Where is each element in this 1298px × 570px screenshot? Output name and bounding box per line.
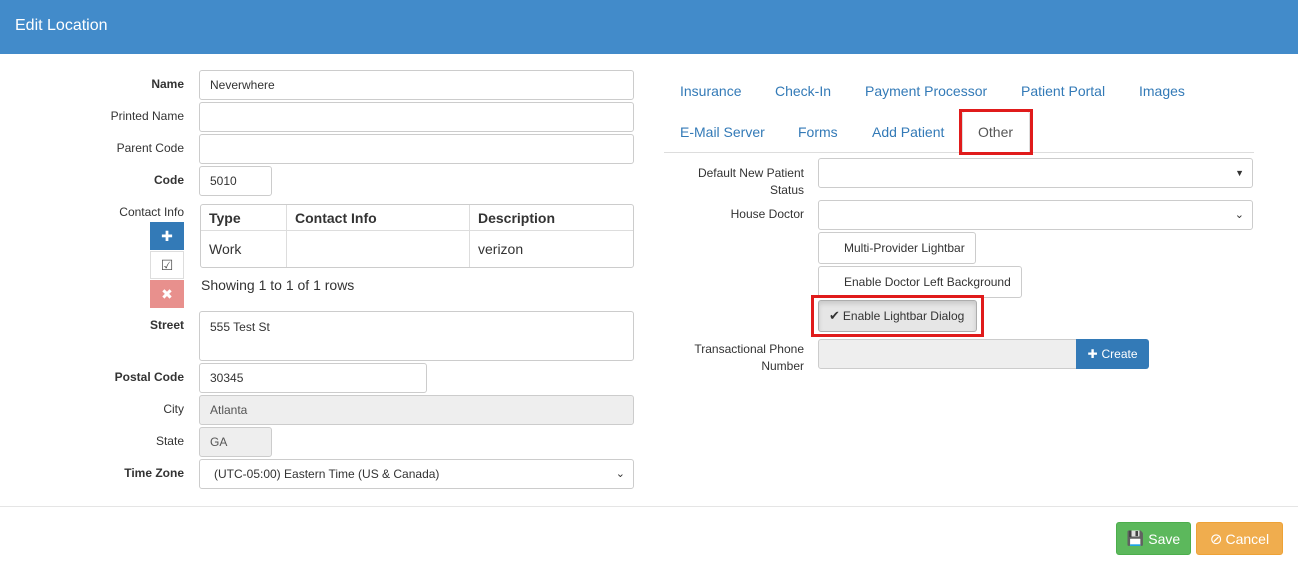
- name-input[interactable]: Neverwhere: [199, 70, 634, 100]
- table-row[interactable]: Work verizon: [201, 231, 633, 267]
- state-label: State: [155, 434, 184, 448]
- tab-images[interactable]: Images: [1139, 83, 1185, 99]
- table-cell-contact-info: [287, 231, 470, 267]
- tab-forms[interactable]: Forms: [798, 124, 838, 140]
- column-header-type[interactable]: Type: [201, 205, 287, 230]
- transactional-phone-input[interactable]: [818, 339, 1077, 369]
- plus-icon: ✚: [1087, 347, 1098, 361]
- table-footer-text: Showing 1 to 1 of 1 rows: [201, 277, 355, 293]
- name-label: Name: [151, 77, 184, 91]
- street-label: Street: [149, 318, 184, 332]
- tab-insurance[interactable]: Insurance: [680, 83, 741, 99]
- tab-other-highlight: [959, 109, 1033, 155]
- doctor-left-background-toggle[interactable]: Enable Doctor Left Background: [818, 266, 1022, 298]
- printed-name-input[interactable]: [199, 102, 634, 132]
- tab-email-server[interactable]: E-Mail Server: [680, 124, 765, 140]
- close-icon: ✖: [161, 285, 173, 302]
- create-phone-button[interactable]: ✚ Create: [1076, 339, 1149, 369]
- tab-add-patient[interactable]: Add Patient: [872, 124, 944, 140]
- house-doctor-label: House Doctor: [730, 207, 804, 221]
- house-doctor-select[interactable]: ⌄: [818, 200, 1253, 230]
- chevron-down-icon: ⌄: [1234, 209, 1244, 221]
- time-zone-label: Time Zone: [124, 466, 184, 480]
- city-input: Atlanta: [199, 395, 634, 425]
- default-status-label-line2: Status: [769, 183, 804, 197]
- time-zone-value: (UTC-05:00) Eastern Time (US & Canada): [214, 467, 440, 481]
- postal-code-input[interactable]: 30345: [199, 363, 427, 393]
- transactional-phone-label-line2: Number: [761, 359, 804, 373]
- transactional-phone-label-line1: Transactional Phone: [694, 342, 804, 356]
- cancel-label: Cancel: [1225, 530, 1270, 547]
- plus-icon: ✚: [161, 227, 173, 244]
- save-label: Save: [1148, 530, 1181, 547]
- contact-info-label: Contact Info: [119, 205, 184, 219]
- default-status-select[interactable]: ▼: [818, 158, 1253, 188]
- table-cell-type: Work: [201, 231, 287, 267]
- caret-down-icon: ▼: [1235, 168, 1244, 178]
- lightbar-dialog-highlight: [811, 295, 984, 337]
- parent-code-label: Parent Code: [116, 141, 184, 155]
- column-header-contact-info[interactable]: Contact Info: [287, 205, 470, 230]
- tab-check-in[interactable]: Check-In: [775, 83, 831, 99]
- street-textarea[interactable]: 555 Test St: [199, 311, 634, 361]
- tab-payment-processor[interactable]: Payment Processor: [865, 83, 987, 99]
- code-label: Code: [154, 173, 184, 187]
- dialog-header: Edit Location: [0, 0, 1298, 54]
- dialog-title: Edit Location: [15, 17, 108, 34]
- postal-code-label: Postal Code: [114, 370, 184, 384]
- tab-patient-portal[interactable]: Patient Portal: [1021, 83, 1105, 99]
- default-status-label-line1: Default New Patient: [697, 166, 804, 180]
- printed-name-label: Printed Name: [110, 109, 184, 123]
- code-input[interactable]: 5010: [199, 166, 272, 196]
- city-label: City: [163, 402, 184, 416]
- table-cell-description: verizon: [478, 241, 524, 257]
- cancel-button[interactable]: ⊘ Cancel: [1196, 522, 1283, 555]
- chevron-down-icon: ⌄: [615, 468, 625, 480]
- table-header: Type Contact Info Description: [201, 205, 633, 231]
- add-contact-button[interactable]: ✚: [150, 222, 184, 250]
- footer-divider: [0, 506, 1298, 507]
- multi-provider-lightbar-label: Multi-Provider Lightbar: [844, 241, 965, 255]
- create-label: Create: [1101, 347, 1138, 361]
- edit-contact-button[interactable]: ☑: [150, 251, 184, 279]
- contact-table: Type Contact Info Description Work veriz…: [200, 204, 634, 268]
- edit-icon: ☑: [160, 256, 174, 273]
- time-zone-select[interactable]: (UTC-05:00) Eastern Time (US & Canada) ⌄: [199, 459, 634, 489]
- default-status-label: Default New Patient Status: [698, 165, 804, 199]
- save-button[interactable]: 💾 Save: [1116, 522, 1191, 555]
- column-header-description[interactable]: Description: [470, 205, 633, 230]
- doctor-left-background-label: Enable Doctor Left Background: [844, 275, 1011, 289]
- save-icon: 💾: [1126, 530, 1145, 546]
- state-input: GA: [199, 427, 272, 457]
- multi-provider-lightbar-toggle[interactable]: Multi-Provider Lightbar: [818, 232, 976, 264]
- ban-icon: ⊘: [1209, 530, 1223, 548]
- transactional-phone-label: Transactional Phone Number: [694, 341, 804, 375]
- delete-contact-button[interactable]: ✖: [150, 280, 184, 308]
- parent-code-input[interactable]: [199, 134, 634, 164]
